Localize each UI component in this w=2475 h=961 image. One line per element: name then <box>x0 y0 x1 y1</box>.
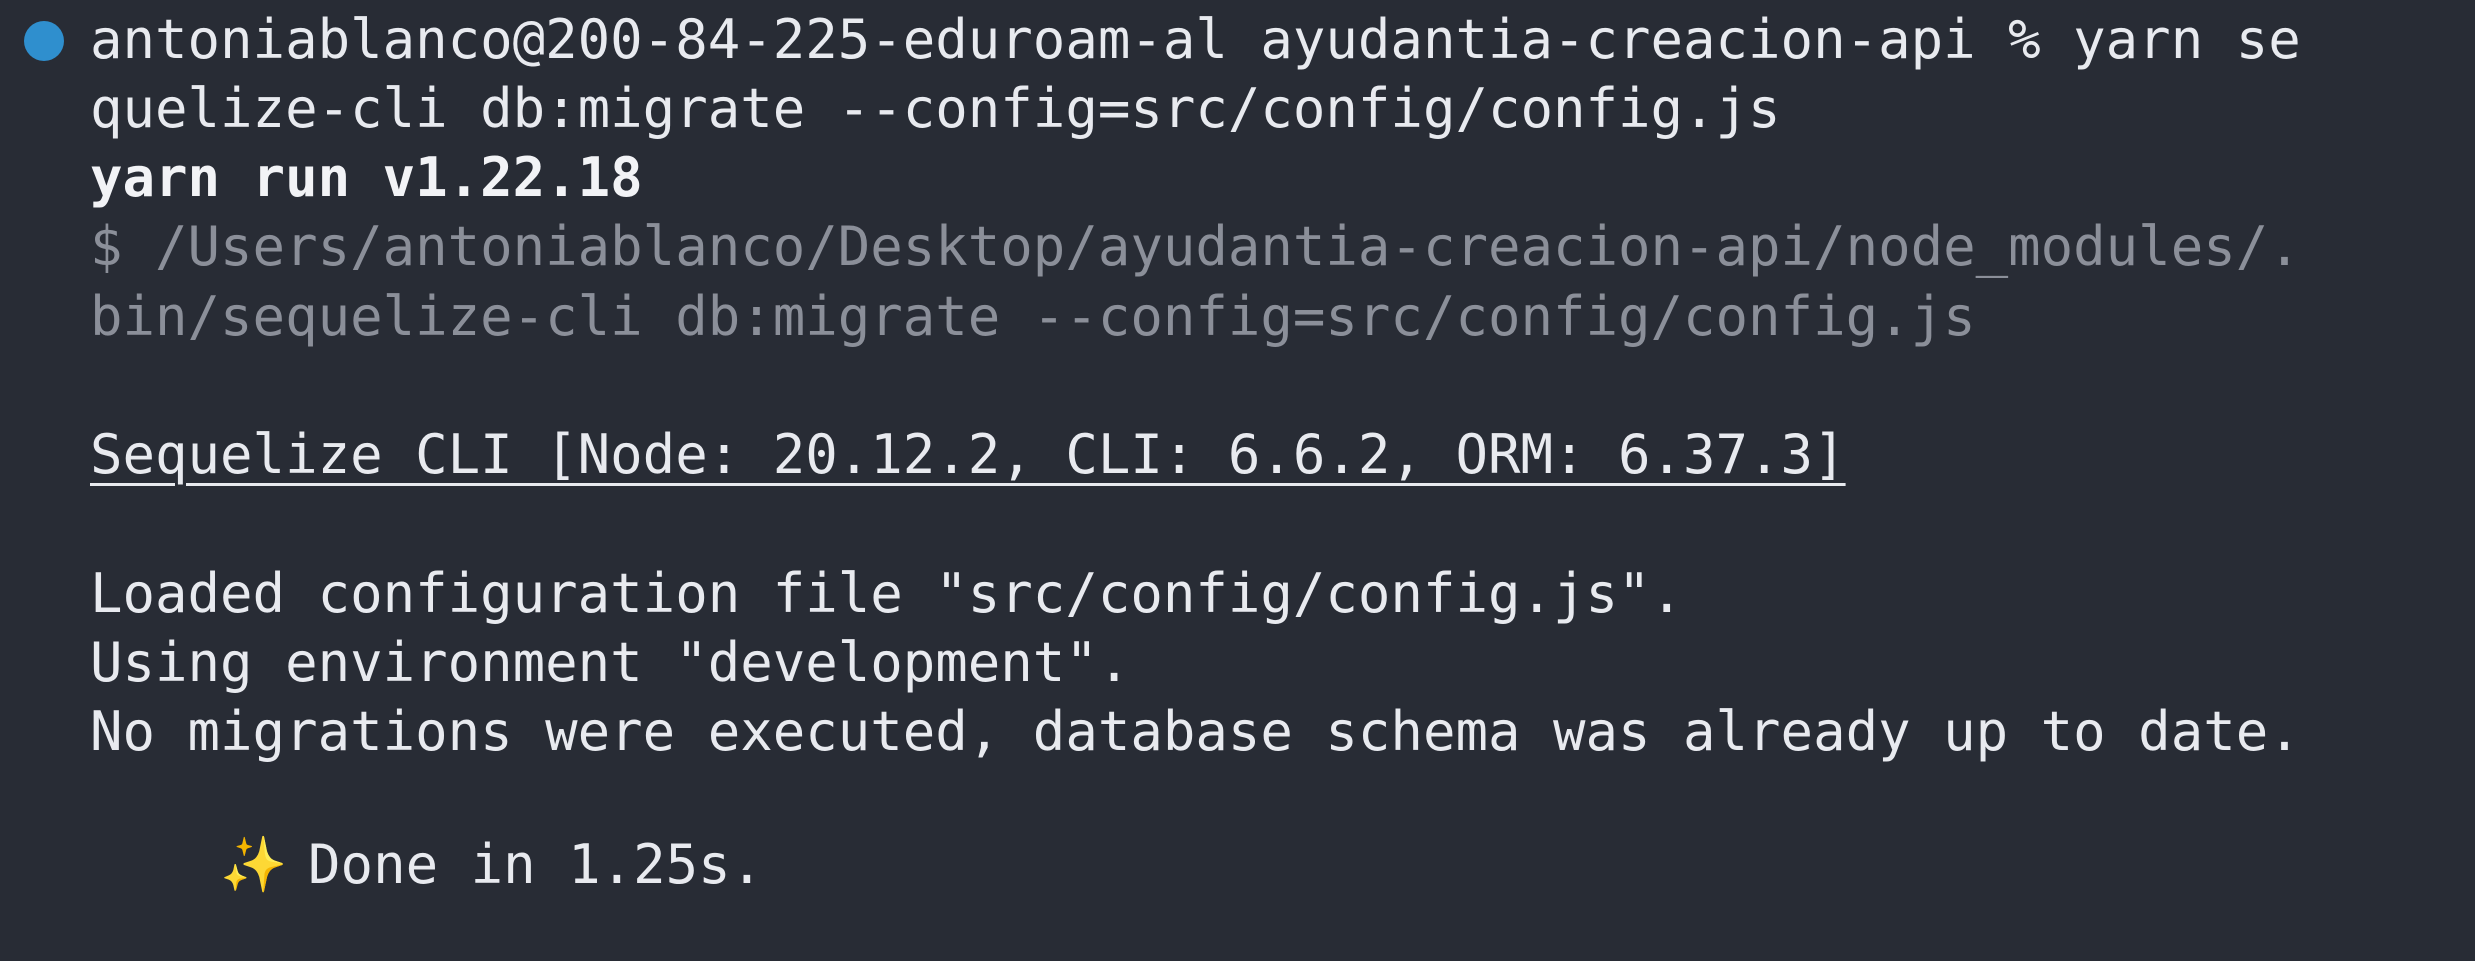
environment-line: Using environment "development". <box>90 631 1131 694</box>
command-line-2: quelize-cli db:migrate --config=src/conf… <box>90 77 1781 140</box>
terminal-window[interactable]: antoniablanco@200-84-225-eduroam-al ayud… <box>0 0 2475 896</box>
migrations-status-line: No migrations were executed, database sc… <box>90 700 2301 763</box>
exec-path-line-1: $ /Users/antoniablanco/Desktop/ayudantia… <box>90 215 2301 278</box>
sparkles-icon: ✨ <box>220 833 288 896</box>
command-line-1: antoniablanco@200-84-225-eduroam-al ayud… <box>90 8 2301 71</box>
yarn-version-line: yarn run v1.22.18 <box>90 146 643 209</box>
loaded-config-line: Loaded configuration file "src/config/co… <box>90 562 1684 625</box>
status-dot-icon <box>24 21 64 61</box>
done-text: Done in 1.25s. <box>308 833 764 896</box>
sequelize-cli-header: Sequelize CLI [Node: 20.12.2, CLI: 6.6.2… <box>90 423 1846 486</box>
done-line: ✨ Done in 1.25s. <box>90 769 763 896</box>
exec-path-line-2: bin/sequelize-cli db:migrate --config=sr… <box>90 285 1976 348</box>
